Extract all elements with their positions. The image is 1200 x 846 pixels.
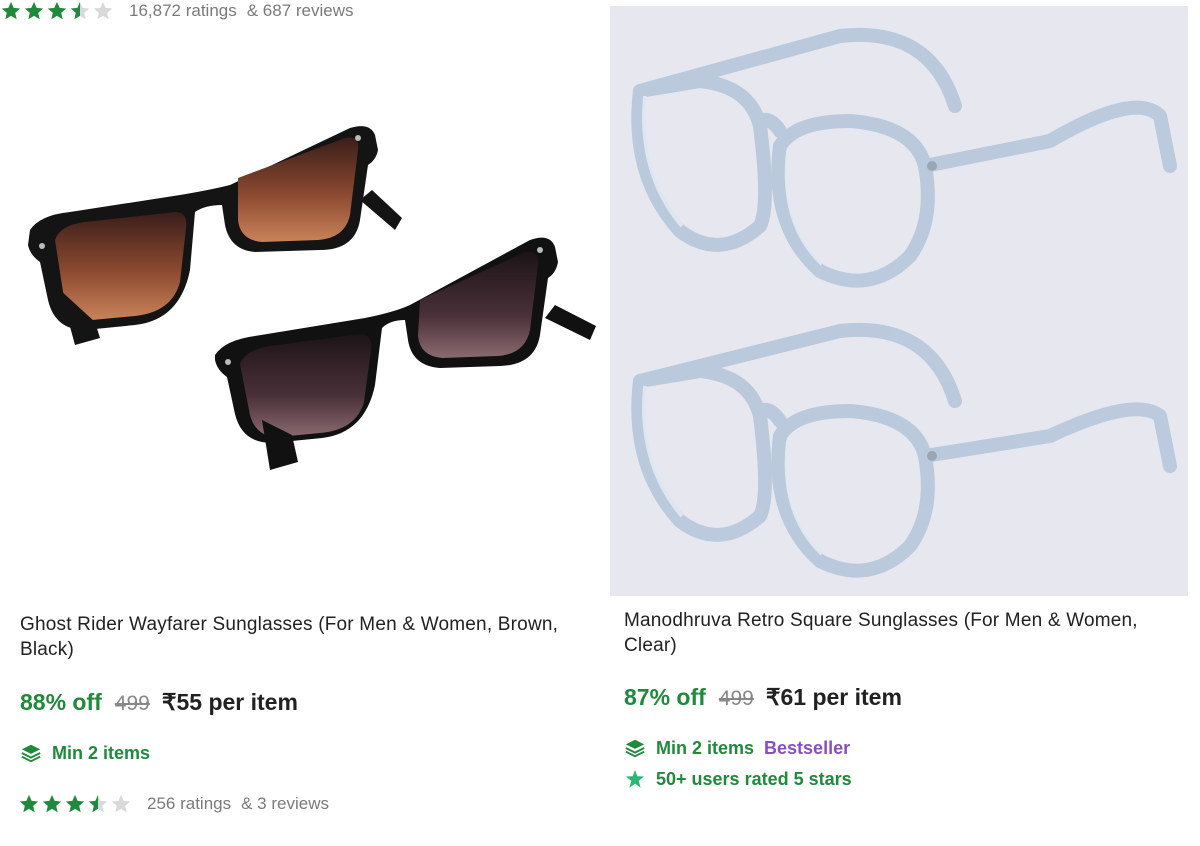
star-full-icon xyxy=(65,794,85,813)
price-row: 87% off 499 ₹61 per item xyxy=(624,684,902,711)
product-title[interactable]: Ghost Rider Wayfarer Sunglasses (For Men… xyxy=(20,612,580,662)
min-items-tag: Min 2 items Bestseller xyxy=(624,737,850,759)
original-price: 499 xyxy=(114,692,150,715)
reviews-count: & 687 reviews xyxy=(246,1,354,20)
wayfarer-sunglasses-illustration xyxy=(28,126,596,470)
star-full-icon xyxy=(19,794,39,813)
star-empty-icon xyxy=(111,794,131,813)
star-full-icon xyxy=(24,1,44,20)
ratings-count: 16,872 ratings xyxy=(129,1,237,20)
layers-icon xyxy=(625,739,645,758)
star-empty-icon xyxy=(93,1,113,20)
min-items-label: Min 2 items xyxy=(52,742,151,763)
star-full-icon xyxy=(42,794,62,813)
bestseller-badge: Bestseller xyxy=(764,737,851,758)
min-items-label: Min 2 items xyxy=(656,737,755,758)
layers-icon xyxy=(21,744,41,763)
product-image-wayfarer-sunglasses[interactable] xyxy=(0,0,600,600)
ratings-count: 256 ratings xyxy=(147,794,232,813)
product-title[interactable]: Manodhruva Retro Square Sunglasses (For … xyxy=(624,608,1174,658)
product-card-manodhruva[interactable]: Manodhruva Retro Square Sunglasses (For … xyxy=(600,0,1200,846)
product-image-retro-square-glasses[interactable] xyxy=(610,6,1188,596)
star-rating xyxy=(0,0,115,22)
original-price: 499 xyxy=(718,687,754,710)
min-items-tag: Min 2 items xyxy=(20,742,150,764)
sale-price: ₹61 per item xyxy=(765,684,902,710)
star-half-icon xyxy=(88,794,108,813)
users-rated-tag: 50+ users rated 5 stars xyxy=(624,768,852,790)
product-card-ghost-rider[interactable]: Ghost Rider Wayfarer Sunglasses (For Men… xyxy=(0,0,600,846)
star-rating xyxy=(18,793,133,815)
star-half-icon xyxy=(70,1,90,20)
sale-price: ₹55 per item xyxy=(161,689,298,715)
discount-percent: 87% off xyxy=(624,684,706,710)
discount-percent: 88% off xyxy=(20,689,102,715)
rating-row[interactable]: 16,872 ratings & 687 reviews xyxy=(0,0,354,22)
reviews-count: & 3 reviews xyxy=(241,794,329,813)
users-rated-label: 50+ users rated 5 stars xyxy=(656,768,852,789)
clear-glasses-illustration xyxy=(631,27,1177,578)
price-row: 88% off 499 ₹55 per item xyxy=(20,689,298,716)
rating-row[interactable]: 256 ratings & 3 reviews xyxy=(18,793,329,815)
star-full-icon xyxy=(1,1,21,20)
star-full-icon xyxy=(47,1,67,20)
star-burst-icon xyxy=(625,769,645,788)
